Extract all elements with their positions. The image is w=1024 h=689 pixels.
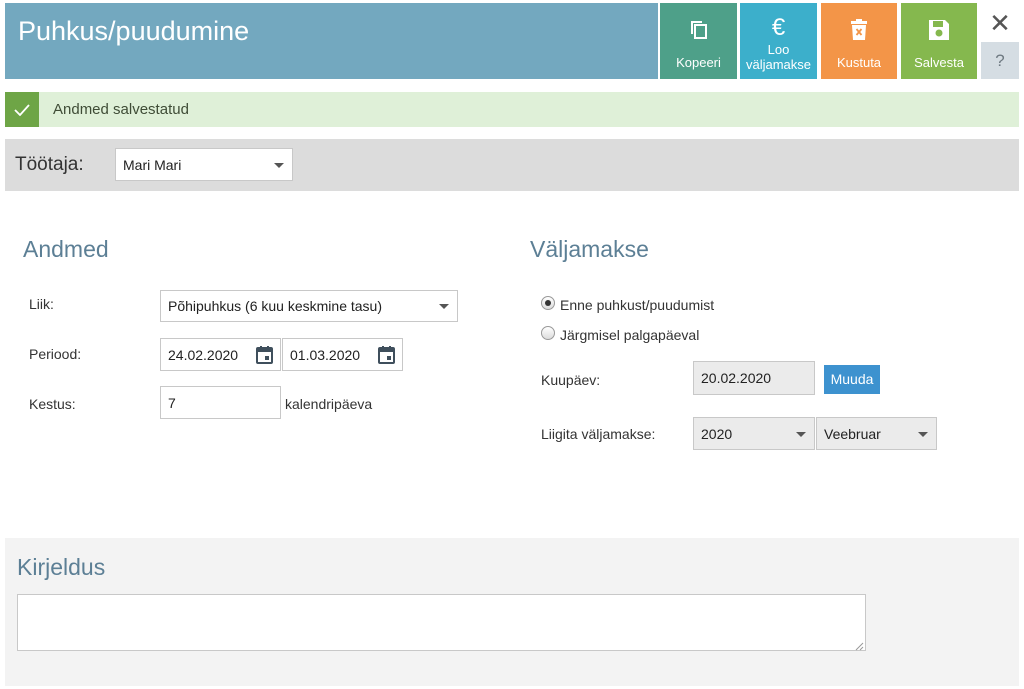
period-start-input[interactable]: 24.02.2020 xyxy=(160,338,281,371)
delete-button-label: Kustuta xyxy=(836,55,882,70)
chevron-down-icon xyxy=(918,431,928,437)
radio-next-payday-label[interactable]: Järgmisel palgapäeval xyxy=(560,327,699,343)
create-payment-button[interactable]: € Loo väljamakse xyxy=(740,3,817,79)
copy-button-label: Kopeeri xyxy=(676,55,721,70)
type-select-value: Põhipuhkus (6 kuu keskmine tasu) xyxy=(168,298,382,314)
link-year-select[interactable]: 2020 xyxy=(693,417,815,450)
description-panel: Kirjeldus xyxy=(5,538,1019,686)
success-message: Andmed salvestatud xyxy=(53,101,189,118)
trash-icon xyxy=(821,17,897,43)
description-title: Kirjeldus xyxy=(17,554,106,580)
close-icon[interactable]: ✕ xyxy=(986,10,1014,38)
success-notification: Andmed salvestatud xyxy=(5,92,1019,127)
radio-before-leave-label[interactable]: Enne puhkust/puudumist xyxy=(560,297,714,313)
link-payment-label: Liigita väljamakse: xyxy=(541,426,656,442)
duration-input[interactable]: 7 xyxy=(160,386,281,419)
description-textarea[interactable] xyxy=(17,594,866,651)
duration-value: 7 xyxy=(168,394,176,411)
type-select[interactable]: Põhipuhkus (6 kuu keskmine tasu) xyxy=(160,290,458,322)
save-button[interactable]: Salvesta xyxy=(901,3,977,79)
period-end-input[interactable]: 01.03.2020 xyxy=(282,338,403,371)
delete-button[interactable]: Kustuta xyxy=(821,3,897,79)
payment-date-input: 20.02.2020 xyxy=(693,361,815,395)
employee-label: Töötaja: xyxy=(15,154,84,175)
period-end-value: 01.03.2020 xyxy=(290,346,361,363)
resize-grip-icon[interactable] xyxy=(855,642,864,651)
duration-unit: kalendripäeva xyxy=(285,396,373,412)
create-payment-label-line1: Loo xyxy=(767,42,790,57)
create-payment-label-line2: väljamakse xyxy=(745,57,812,72)
create-payment-button-label: Loo väljamakse xyxy=(740,42,817,72)
chevron-down-icon xyxy=(439,304,449,309)
check-icon xyxy=(5,92,39,127)
type-label: Liik: xyxy=(29,296,54,312)
copy-button[interactable]: Kopeeri xyxy=(660,3,737,79)
employee-select-value: Mari Mari xyxy=(123,156,182,173)
valjamakse-section-title: Väljamakse xyxy=(530,236,649,262)
employee-bar: Töötaja: Mari Mari xyxy=(5,139,1019,191)
calendar-icon[interactable] xyxy=(256,345,273,364)
payment-date-label: Kuupäev: xyxy=(541,372,601,388)
radio-before-leave[interactable] xyxy=(541,296,555,310)
duration-label: Kestus: xyxy=(29,396,76,412)
link-year-value: 2020 xyxy=(701,425,733,442)
page-title: Puhkus/puudumine xyxy=(18,16,250,46)
page-header: Puhkus/puudumine xyxy=(5,3,658,79)
copy-icon xyxy=(660,17,737,43)
euro-icon: € xyxy=(771,14,786,41)
link-month-select[interactable]: Veebruar xyxy=(816,417,937,450)
chevron-down-icon xyxy=(274,162,284,168)
period-label: Periood: xyxy=(29,346,82,362)
radio-next-payday[interactable] xyxy=(541,326,555,340)
andmed-section-title: Andmed xyxy=(23,236,109,262)
period-start-value: 24.02.2020 xyxy=(168,346,239,363)
chevron-down-icon xyxy=(796,431,806,437)
employee-select[interactable]: Mari Mari xyxy=(115,148,293,181)
calendar-icon[interactable] xyxy=(378,345,395,364)
floppy-disk-icon xyxy=(901,17,977,43)
change-date-button[interactable]: Muuda xyxy=(824,365,880,394)
payment-date-value: 20.02.2020 xyxy=(701,370,772,386)
link-month-value: Veebruar xyxy=(824,425,881,442)
help-button[interactable]: ? xyxy=(981,42,1019,79)
save-button-label: Salvesta xyxy=(914,55,964,70)
